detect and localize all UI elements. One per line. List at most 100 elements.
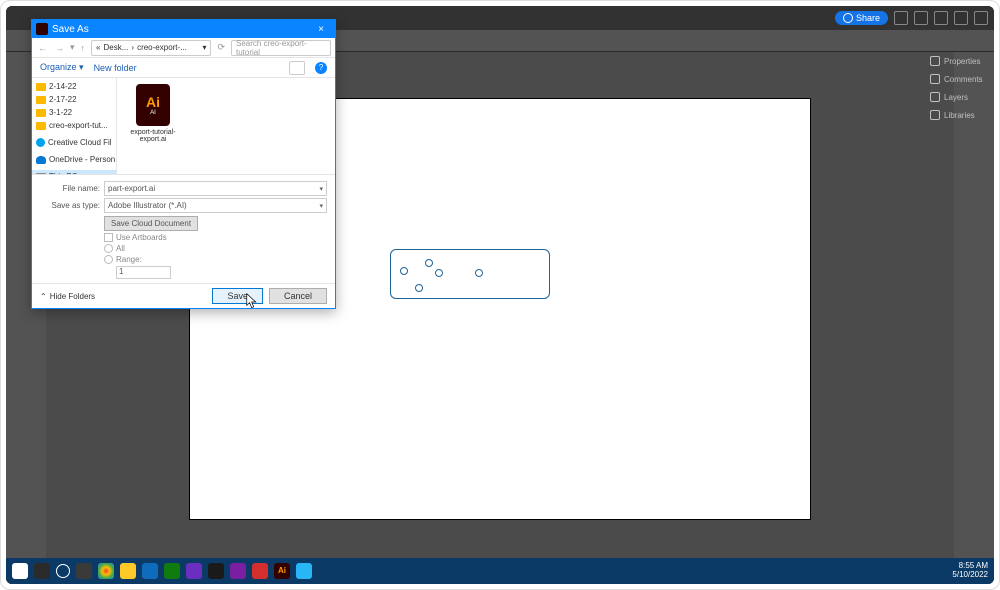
refresh-icon[interactable]: ⟳ bbox=[215, 42, 227, 53]
range-input[interactable]: 1 bbox=[116, 266, 171, 279]
ai-file-icon: Ai AI bbox=[136, 84, 170, 126]
range-label: Range: bbox=[116, 255, 142, 264]
illustrator-icon[interactable]: Ai bbox=[274, 563, 290, 579]
file-item[interactable]: Ai AI export-tutorial-export.ai bbox=[123, 84, 183, 143]
chrome-icon[interactable] bbox=[98, 563, 114, 579]
chevron-up-icon: ⌃ bbox=[40, 292, 47, 301]
vector-circle[interactable] bbox=[400, 267, 408, 275]
thumb-subtext: AI bbox=[150, 110, 156, 116]
breadcrumb[interactable]: « Desk... › creo-export-... ▾ bbox=[91, 40, 211, 56]
window-min-icon[interactable] bbox=[934, 11, 948, 25]
nav-pane: 2-14-22 2-17-22 3-1-22 creo-export-tut..… bbox=[32, 78, 117, 174]
checkbox[interactable] bbox=[104, 233, 113, 242]
cancel-button[interactable]: Cancel bbox=[269, 288, 327, 304]
app-icon bbox=[36, 23, 48, 35]
filename-value: part-export.ai bbox=[108, 184, 155, 193]
save-cloud-button[interactable]: Save Cloud Document bbox=[104, 216, 198, 231]
windows-taskbar: Ai 8:55 AM 5/10/2022 bbox=[6, 558, 994, 584]
start-icon[interactable] bbox=[12, 563, 28, 579]
folder-label: 2-14-22 bbox=[49, 82, 77, 91]
radio-range[interactable] bbox=[104, 255, 113, 264]
cloud-icon bbox=[36, 138, 45, 147]
folder-label: 3-1-22 bbox=[49, 108, 72, 117]
panel-label: Layers bbox=[944, 93, 968, 102]
thumb-text: Ai bbox=[146, 94, 160, 110]
dialog-toolbar: Organize ▾ New folder ? bbox=[32, 58, 335, 78]
panel-label: Properties bbox=[944, 57, 980, 66]
explorer-icon[interactable] bbox=[120, 563, 136, 579]
new-folder-button[interactable]: New folder bbox=[94, 63, 137, 73]
share-label: Share bbox=[856, 13, 880, 23]
layers-icon bbox=[930, 92, 940, 102]
organize-menu[interactable]: Organize ▾ bbox=[40, 62, 84, 73]
folder-item[interactable]: 3-1-22 bbox=[32, 106, 116, 119]
window-max-icon[interactable] bbox=[954, 11, 968, 25]
onedrive-item[interactable]: OneDrive - Person bbox=[32, 153, 116, 166]
search-icon[interactable] bbox=[34, 563, 50, 579]
taskview-icon[interactable] bbox=[76, 563, 92, 579]
cloud-item[interactable]: Creative Cloud Fil bbox=[32, 136, 116, 149]
search-icon[interactable] bbox=[894, 11, 908, 25]
folder-icon bbox=[36, 96, 46, 104]
folder-icon bbox=[36, 109, 46, 117]
vector-circle[interactable] bbox=[475, 269, 483, 277]
app-icon[interactable] bbox=[230, 563, 246, 579]
system-tray[interactable]: 8:55 AM 5/10/2022 bbox=[952, 562, 988, 580]
save-as-dialog: Save As × ← → ▾ ↑ « Desk... › creo-expor… bbox=[31, 19, 336, 309]
saveastype-value: Adobe Illustrator (*.AI) bbox=[108, 201, 187, 210]
panel-tabs: Properties Comments Layers Libraries bbox=[924, 52, 994, 124]
panel-label: Comments bbox=[944, 75, 983, 84]
close-icon[interactable]: × bbox=[311, 24, 331, 35]
filename-label: File name: bbox=[40, 184, 100, 193]
folder-item[interactable]: creo-export-tut... bbox=[32, 119, 116, 132]
vector-circle[interactable] bbox=[435, 269, 443, 277]
arrange-icon[interactable] bbox=[914, 11, 928, 25]
panel-label: Libraries bbox=[944, 111, 975, 120]
cortana-icon[interactable] bbox=[56, 564, 70, 578]
help-icon[interactable]: ? bbox=[315, 62, 327, 74]
forward-icon[interactable]: → bbox=[53, 43, 66, 53]
folder-item[interactable]: 2-14-22 bbox=[32, 80, 116, 93]
share-button[interactable]: Share bbox=[835, 11, 888, 25]
saveastype-select[interactable]: Adobe Illustrator (*.AI) bbox=[104, 198, 327, 213]
search-input[interactable]: Search creo-export-tutorial bbox=[231, 40, 331, 56]
up-icon[interactable]: ↑ bbox=[79, 43, 88, 53]
radio-all[interactable] bbox=[104, 244, 113, 253]
crumb[interactable]: Desk... bbox=[103, 43, 128, 52]
field-section: File name: part-export.ai Save as type: … bbox=[32, 174, 335, 283]
app-icon[interactable] bbox=[164, 563, 180, 579]
panel-libraries[interactable]: Libraries bbox=[924, 106, 994, 124]
file-list[interactable]: Ai AI export-tutorial-export.ai bbox=[117, 78, 335, 174]
hide-folders-toggle[interactable]: ⌃Hide Folders bbox=[40, 292, 95, 301]
clock-date: 5/10/2022 bbox=[952, 571, 988, 580]
view-mode-icon[interactable] bbox=[289, 61, 305, 75]
folder-label: OneDrive - Person bbox=[49, 155, 115, 164]
app-icon[interactable] bbox=[252, 563, 268, 579]
filename-input[interactable]: part-export.ai bbox=[104, 181, 327, 196]
github-icon[interactable] bbox=[208, 563, 224, 579]
hide-folders-label: Hide Folders bbox=[50, 292, 95, 301]
dialog-titlebar: Save As × bbox=[32, 20, 335, 38]
crumb[interactable]: creo-export-... bbox=[137, 43, 187, 52]
comments-icon bbox=[930, 74, 940, 84]
vector-rect[interactable] bbox=[390, 249, 550, 299]
panel-properties[interactable]: Properties bbox=[924, 52, 994, 70]
dialog-title: Save As bbox=[52, 24, 89, 35]
all-label: All bbox=[116, 244, 125, 253]
vector-circle[interactable] bbox=[425, 259, 433, 267]
app-icon[interactable] bbox=[142, 563, 158, 579]
vector-circle[interactable] bbox=[415, 284, 423, 292]
file-label: export-tutorial-export.ai bbox=[123, 129, 183, 143]
properties-icon bbox=[930, 56, 940, 66]
dialog-footer: ⌃Hide Folders Save Cancel bbox=[32, 283, 335, 308]
back-icon[interactable]: ← bbox=[36, 43, 49, 53]
app-icon[interactable] bbox=[296, 563, 312, 579]
save-button[interactable]: Save bbox=[212, 288, 263, 304]
folder-item[interactable]: 2-17-22 bbox=[32, 93, 116, 106]
folder-icon bbox=[36, 83, 46, 91]
use-artboards-label: Use Artboards bbox=[116, 233, 167, 242]
panel-comments[interactable]: Comments bbox=[924, 70, 994, 88]
app-icon[interactable] bbox=[186, 563, 202, 579]
window-close-icon[interactable] bbox=[974, 11, 988, 25]
panel-layers[interactable]: Layers bbox=[924, 88, 994, 106]
